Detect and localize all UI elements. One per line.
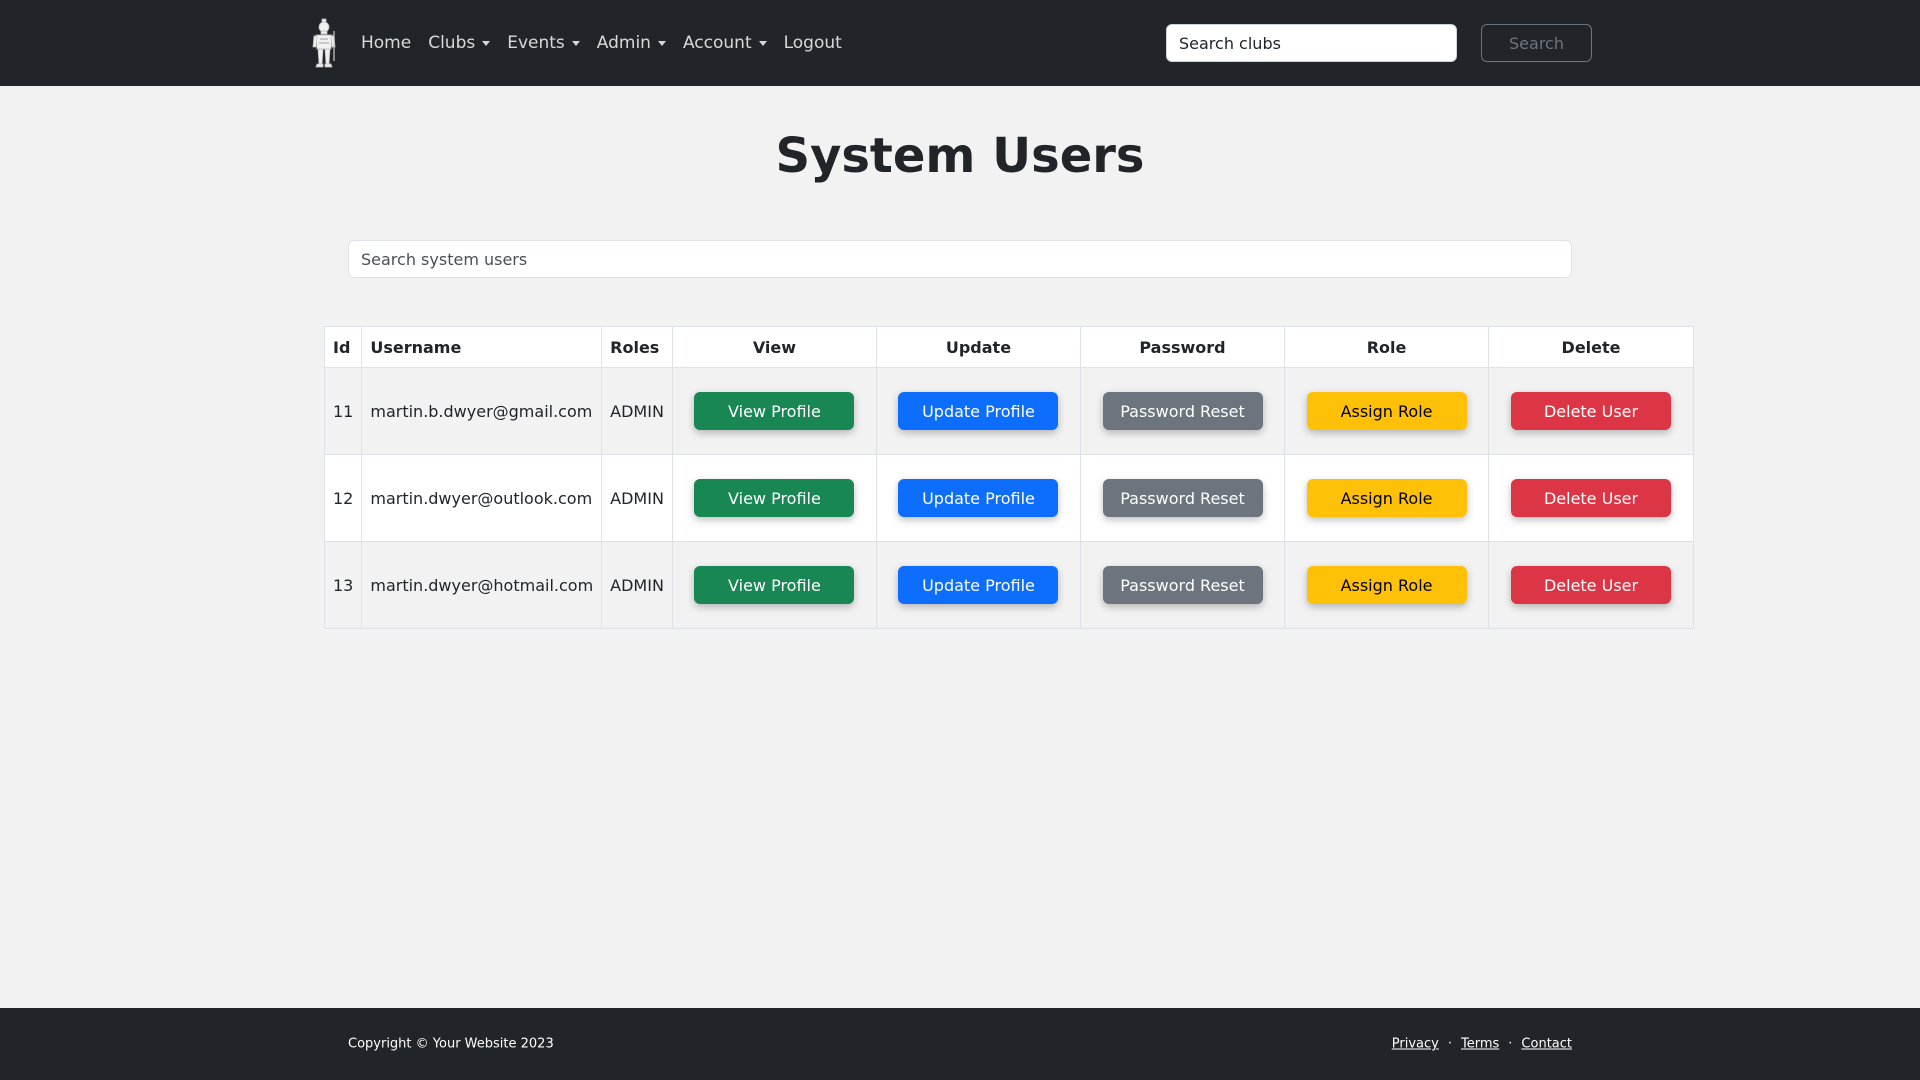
delete-user-button[interactable]: Delete User: [1511, 392, 1672, 430]
cell-view: View Profile: [671, 541, 877, 629]
update-profile-button[interactable]: Update Profile: [898, 479, 1059, 517]
cell-update: Update Profile: [875, 367, 1081, 455]
caret-down-icon: [482, 40, 491, 46]
page-title: System Users: [775, 128, 1145, 184]
nav-admin-dropdown[interactable]: Admin: [597, 33, 666, 53]
cell-update: Update Profile: [875, 454, 1081, 542]
nav-clubs-dropdown[interactable]: Clubs: [428, 33, 491, 53]
col-header-username: Username: [361, 326, 603, 368]
cell-password: Password Reset: [1079, 367, 1286, 455]
nav-logout[interactable]: Logout: [784, 33, 842, 53]
nav-links: Home Clubs Events Admin Account Logout: [361, 0, 859, 86]
users-table: Id Username Roles View Update Password R…: [323, 326, 1694, 629]
knight-logo-icon[interactable]: [310, 17, 338, 69]
footer-link-contact[interactable]: Contact: [1521, 1037, 1572, 1052]
update-profile-button[interactable]: Update Profile: [898, 392, 1059, 430]
cell-username: martin.dwyer@outlook.com: [361, 454, 603, 542]
footer-links: Privacy · Terms · Contact: [1392, 1037, 1572, 1052]
cell-password: Password Reset: [1079, 454, 1286, 542]
footer-link-privacy[interactable]: Privacy: [1392, 1037, 1439, 1052]
cell-delete: Delete User: [1488, 541, 1694, 629]
cell-id: 12: [323, 454, 363, 542]
cell-roles: ADMIN: [601, 541, 673, 629]
cell-id: 11: [323, 367, 363, 455]
nav-events-dropdown[interactable]: Events: [507, 33, 580, 53]
nav-events-label: Events: [507, 33, 565, 53]
club-search-input[interactable]: [1166, 24, 1457, 62]
assign-role-button[interactable]: Assign Role: [1306, 392, 1467, 430]
table-row: 13 martin.dwyer@hotmail.com ADMIN View P…: [323, 541, 1694, 629]
table-header-row: Id Username Roles View Update Password R…: [323, 326, 1694, 368]
col-header-delete: Delete: [1488, 326, 1694, 368]
club-search-button[interactable]: Search: [1481, 24, 1592, 62]
page-footer: Copyright © Your Website 2023 Privacy · …: [0, 1008, 1920, 1080]
cell-view: View Profile: [671, 454, 877, 542]
cell-view: View Profile: [671, 367, 877, 455]
assign-role-button[interactable]: Assign Role: [1306, 566, 1467, 604]
password-reset-button[interactable]: Password Reset: [1102, 479, 1263, 517]
cell-role: Assign Role: [1284, 541, 1490, 629]
nav-account-dropdown[interactable]: Account: [683, 33, 767, 53]
col-header-view: View: [671, 326, 877, 368]
cell-password: Password Reset: [1079, 541, 1286, 629]
col-header-password: Password: [1079, 326, 1286, 368]
password-reset-button[interactable]: Password Reset: [1102, 566, 1263, 604]
delete-user-button[interactable]: Delete User: [1511, 479, 1672, 517]
cell-roles: ADMIN: [601, 367, 673, 455]
caret-down-icon: [571, 40, 580, 46]
cell-roles: ADMIN: [601, 454, 673, 542]
col-header-roles: Roles: [601, 326, 673, 368]
caret-down-icon: [758, 40, 767, 46]
update-profile-button[interactable]: Update Profile: [898, 566, 1059, 604]
cell-id: 13: [323, 541, 363, 629]
nav-admin-label: Admin: [596, 33, 651, 53]
user-search-input[interactable]: [348, 240, 1572, 278]
footer-separator: ·: [1508, 1036, 1513, 1052]
cell-delete: Delete User: [1488, 454, 1694, 542]
col-header-role: Role: [1284, 326, 1490, 368]
nav-account-label: Account: [682, 33, 752, 53]
cell-username: martin.b.dwyer@gmail.com: [361, 367, 603, 455]
assign-role-button[interactable]: Assign Role: [1306, 479, 1467, 517]
password-reset-button[interactable]: Password Reset: [1102, 392, 1263, 430]
top-navbar: Home Clubs Events Admin Account Logout S…: [0, 0, 1920, 86]
view-profile-button[interactable]: View Profile: [694, 392, 855, 430]
nav-home-label: Home: [361, 33, 412, 53]
col-header-id: Id: [323, 326, 363, 368]
view-profile-button[interactable]: View Profile: [694, 479, 855, 517]
caret-down-icon: [657, 40, 666, 46]
delete-user-button[interactable]: Delete User: [1511, 566, 1672, 604]
nav-home[interactable]: Home: [361, 33, 411, 53]
footer-link-terms[interactable]: Terms: [1461, 1037, 1499, 1052]
col-header-update: Update: [875, 326, 1081, 368]
nav-logout-label: Logout: [783, 33, 842, 53]
footer-separator: ·: [1447, 1036, 1452, 1052]
table-row: 11 martin.b.dwyer@gmail.com ADMIN View P…: [323, 367, 1694, 455]
nav-clubs-label: Clubs: [428, 33, 476, 53]
view-profile-button[interactable]: View Profile: [694, 566, 855, 604]
cell-delete: Delete User: [1488, 367, 1694, 455]
cell-role: Assign Role: [1284, 454, 1490, 542]
copyright-text: Copyright © Your Website 2023: [348, 1036, 554, 1052]
cell-username: martin.dwyer@hotmail.com: [361, 541, 603, 629]
table-row: 12 martin.dwyer@outlook.com ADMIN View P…: [323, 454, 1694, 542]
cell-update: Update Profile: [875, 541, 1081, 629]
cell-role: Assign Role: [1284, 367, 1490, 455]
